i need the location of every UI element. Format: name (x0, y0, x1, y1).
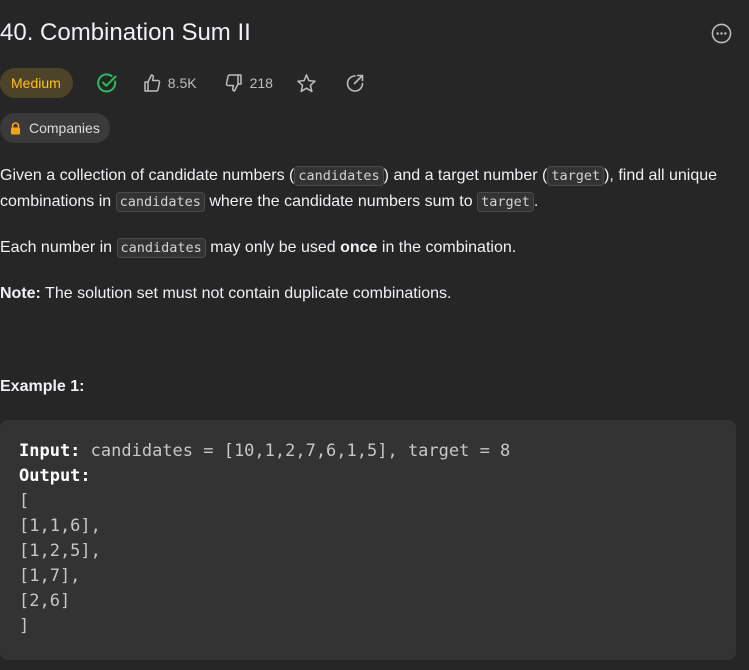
output-line: ] (19, 616, 30, 636)
desc-text: may only be used (205, 239, 341, 256)
solved-status (96, 72, 118, 94)
example-title: Example 1: (0, 378, 85, 395)
output-line: [1,1,6], (19, 516, 101, 536)
problem-description: Given a collection of candidate numbers … (0, 163, 740, 327)
problem-title[interactable]: 40. Combination Sum II (0, 16, 251, 50)
inline-code: candidates (115, 192, 205, 212)
desc-text: The solution set must not contain duplic… (40, 285, 452, 302)
output-line: [ (19, 491, 30, 511)
inline-code: target (547, 166, 605, 186)
output-label: Output: (19, 466, 91, 486)
emphasis-text: once (340, 239, 378, 256)
thumbs-up-icon (144, 74, 161, 92)
description-paragraph: Each number in candidates may only be us… (0, 235, 740, 261)
input-label: Input: (19, 441, 81, 461)
star-icon (297, 73, 316, 92)
desc-text: Given a collection of candidate numbers … (0, 167, 295, 184)
output-line: [2,6] (19, 591, 71, 611)
desc-text: where the candidate numbers sum to (204, 193, 478, 210)
desc-text: in the combination. (377, 239, 517, 256)
problem-description-panel: 40. Combination Sum II Medium 8.5K 218 C… (0, 0, 749, 670)
example-output-line: Output: (19, 464, 736, 489)
problem-meta-row: Medium 8.5K 218 (0, 68, 365, 98)
like-count: 8.5K (167, 75, 197, 91)
dislike-button[interactable]: 218 (224, 73, 273, 93)
favorite-button[interactable] (296, 73, 317, 94)
desc-text: . (533, 193, 539, 210)
thumbs-down-icon (225, 74, 242, 92)
output-line: [1,7], (19, 566, 81, 586)
inline-code: candidates (116, 238, 206, 258)
dislike-count: 218 (249, 75, 273, 91)
inline-code: candidates (294, 166, 384, 186)
desc-text: ) and a target number ( (383, 167, 548, 184)
lock-icon (9, 121, 22, 135)
inline-code: target (477, 192, 534, 212)
example-input-line: Input: candidates = [10,1,2,7,6,1,5], ta… (19, 439, 736, 464)
desc-text: Each number in (0, 239, 117, 256)
companies-tag-button[interactable]: Companies (0, 113, 110, 143)
description-paragraph: Given a collection of candidate numbers … (0, 163, 740, 215)
output-line: [1,2,5], (19, 541, 101, 561)
companies-label: Companies (29, 120, 100, 136)
note-paragraph: Note: The solution set must not contain … (0, 281, 740, 307)
share-icon (346, 74, 364, 92)
more-options-button[interactable] (710, 22, 732, 44)
like-button[interactable]: 8.5K (142, 73, 197, 93)
input-value: candidates = [10,1,2,7,6,1,5], target = … (80, 441, 511, 461)
title-row: 40. Combination Sum II (0, 16, 749, 52)
more-horizontal-icon (711, 23, 731, 43)
check-circle-icon (96, 73, 117, 93)
note-label: Note: (0, 285, 41, 302)
difficulty-badge: Medium (0, 68, 73, 98)
share-button[interactable] (345, 73, 365, 93)
example-code-block: Input: candidates = [10,1,2,7,6,1,5], ta… (0, 420, 736, 660)
